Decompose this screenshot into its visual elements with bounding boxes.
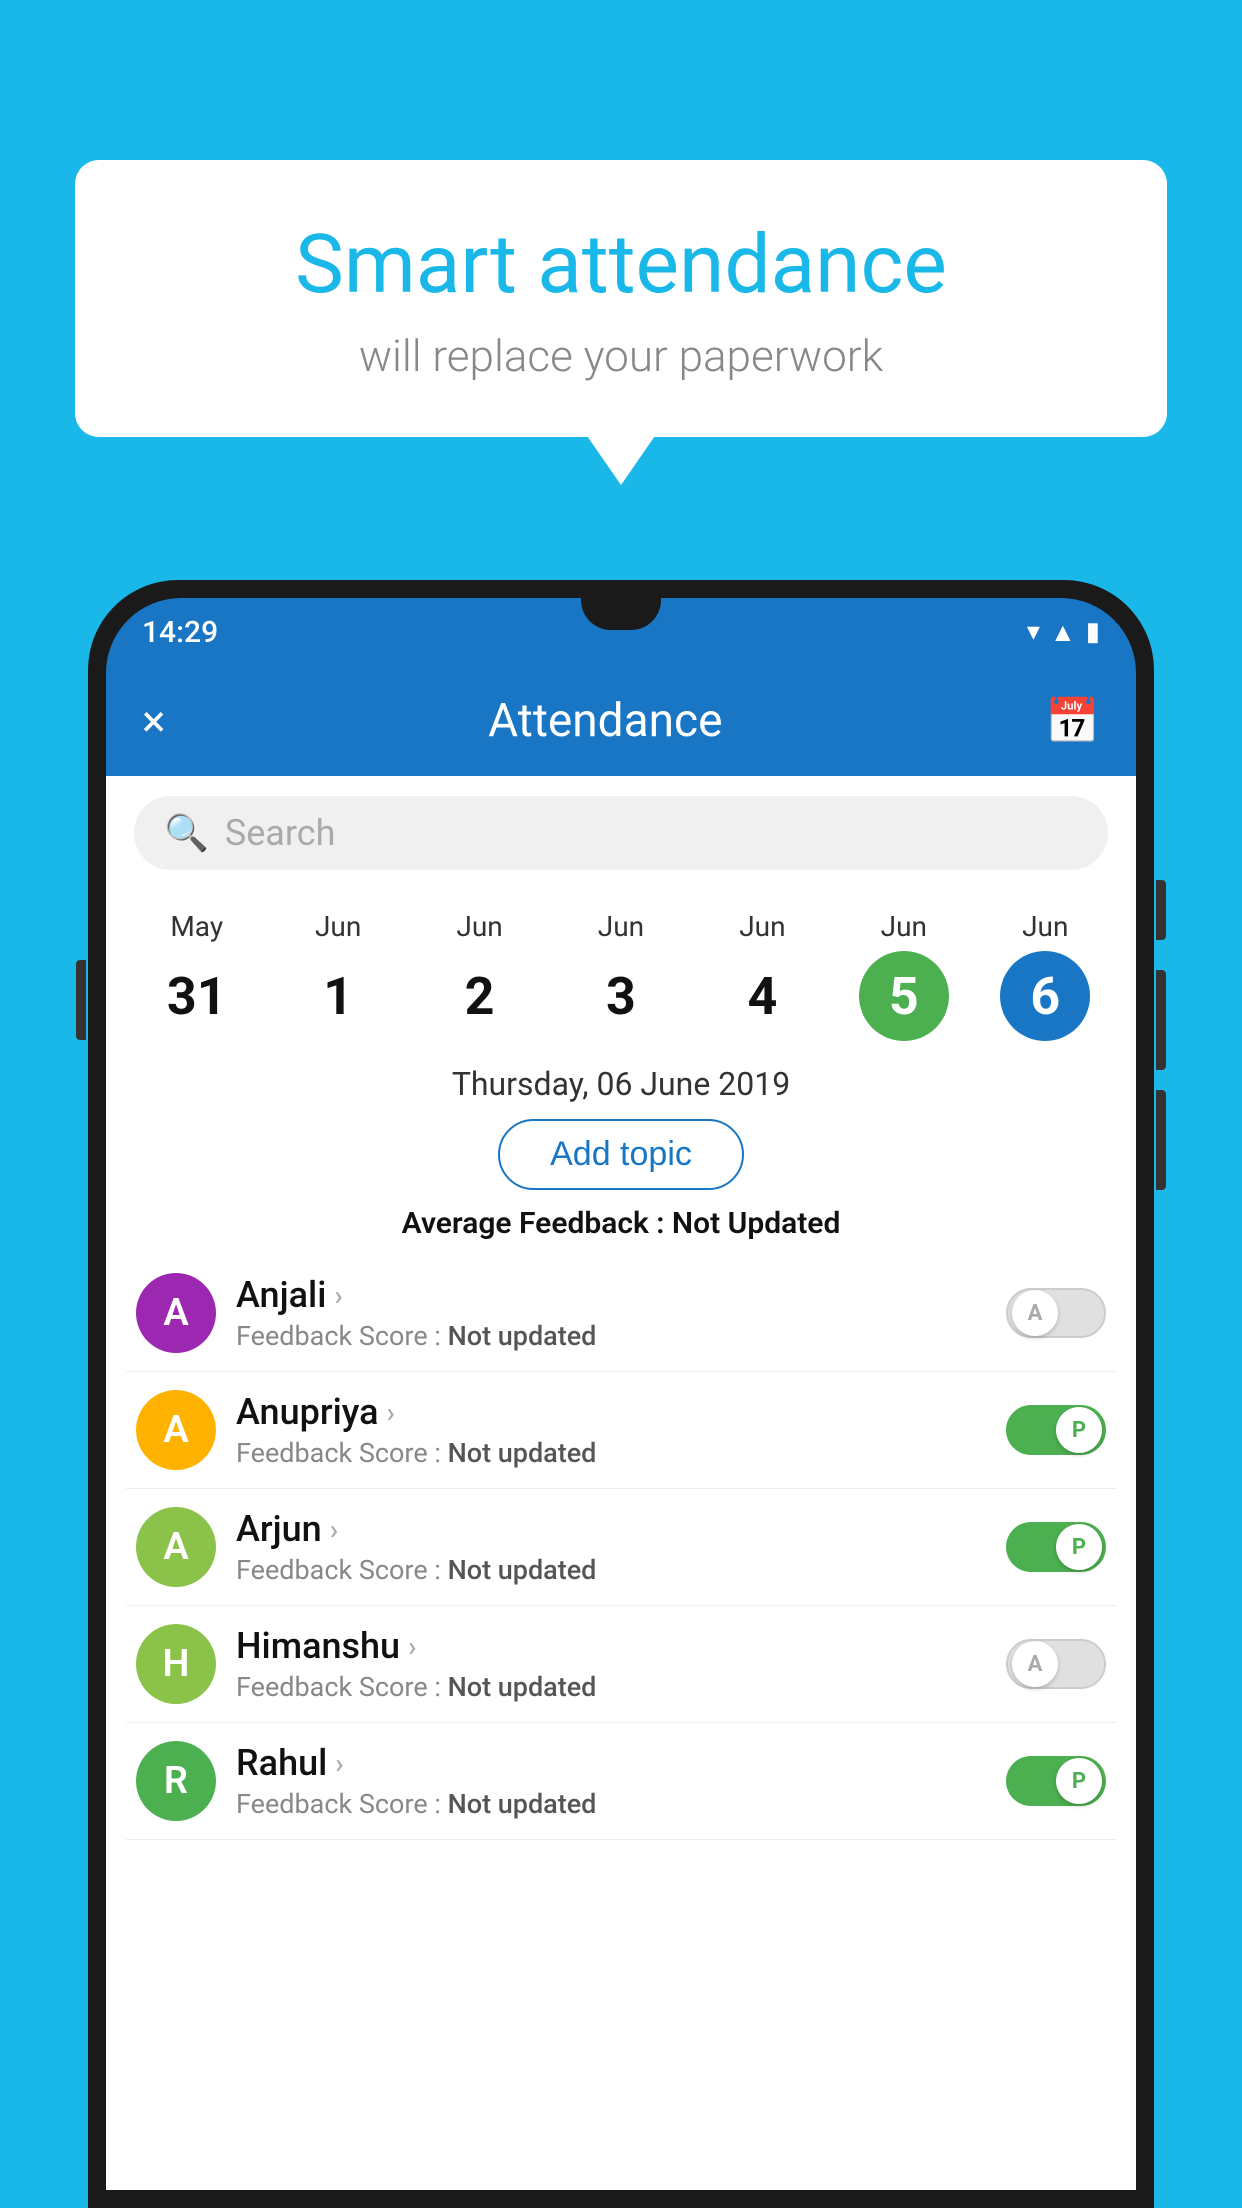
close-button[interactable]: ×	[142, 695, 165, 747]
feedback-score: Feedback Score : Not updated	[236, 1437, 986, 1469]
search-bar[interactable]: 🔍 Search	[134, 796, 1108, 870]
chevron-icon: ›	[334, 1279, 342, 1312]
calendar-strip: May 31 Jun 1 Jun 2 Jun 3 Jun 4 Jun 5 Jun 6	[106, 890, 1136, 1051]
student-name[interactable]: Arjun ›	[236, 1508, 986, 1550]
phone-screen: 14:29 ▾ ▲ ▮ × Attendance 📅 🔍 Search	[106, 598, 1136, 2190]
cal-month-label: Jun	[881, 910, 927, 943]
calendar-icon[interactable]: 📅	[1045, 695, 1100, 747]
feedback-score: Feedback Score : Not updated	[236, 1671, 986, 1703]
student-item: H Himanshu › Feedback Score : Not updated A	[126, 1606, 1116, 1723]
student-info: Anupriya › Feedback Score : Not updated	[236, 1391, 986, 1469]
attendance-toggle[interactable]: P	[1006, 1756, 1106, 1806]
cal-month-label: May	[170, 910, 223, 943]
student-info: Himanshu › Feedback Score : Not updated	[236, 1625, 986, 1703]
calendar-day[interactable]: Jun 2	[409, 900, 550, 1051]
student-name[interactable]: Rahul ›	[236, 1742, 986, 1784]
feedback-score: Feedback Score : Not updated	[236, 1788, 986, 1820]
student-info: Anjali › Feedback Score : Not updated	[236, 1274, 986, 1352]
student-name[interactable]: Himanshu ›	[236, 1625, 986, 1667]
toggle-switch[interactable]: P	[1006, 1405, 1106, 1455]
feedback-score: Feedback Score : Not updated	[236, 1554, 986, 1586]
signal-icon: ▲	[1050, 617, 1076, 648]
toggle-thumb: A	[1012, 1641, 1058, 1687]
cal-day-number[interactable]: 3	[576, 951, 666, 1041]
selected-date: Thursday, 06 June 2019	[106, 1051, 1136, 1111]
chevron-icon: ›	[330, 1513, 338, 1546]
avg-feedback-value: Not Updated	[672, 1206, 840, 1241]
avatar: A	[136, 1507, 216, 1587]
avg-feedback-label: Average Feedback :	[402, 1206, 665, 1241]
add-topic-button[interactable]: Add topic	[498, 1119, 744, 1190]
student-item: A Anupriya › Feedback Score : Not updated P	[126, 1372, 1116, 1489]
avatar: H	[136, 1624, 216, 1704]
attendance-toggle[interactable]: A	[1006, 1288, 1106, 1338]
speech-bubble-container: Smart attendance will replace your paper…	[75, 160, 1167, 437]
toggle-thumb: P	[1056, 1758, 1102, 1804]
wifi-icon: ▾	[1027, 617, 1040, 647]
cal-month-label: Jun	[456, 910, 502, 943]
avatar: A	[136, 1390, 216, 1470]
toggle-switch[interactable]: P	[1006, 1522, 1106, 1572]
student-name[interactable]: Anupriya ›	[236, 1391, 986, 1433]
feedback-score: Feedback Score : Not updated	[236, 1320, 986, 1352]
chevron-icon: ›	[387, 1396, 395, 1429]
battery-icon: ▮	[1086, 617, 1100, 647]
student-item: A Anjali › Feedback Score : Not updated A	[126, 1255, 1116, 1372]
volume-up-button	[1156, 970, 1166, 1070]
calendar-day[interactable]: Jun 5	[833, 900, 974, 1051]
toggle-thumb: A	[1012, 1290, 1058, 1336]
avatar: R	[136, 1741, 216, 1821]
average-feedback: Average Feedback : Not Updated	[106, 1198, 1136, 1255]
volume-button	[76, 960, 86, 1040]
cal-month-label: Jun	[1022, 910, 1068, 943]
calendar-day[interactable]: May 31	[126, 900, 267, 1051]
student-info: Rahul › Feedback Score : Not updated	[236, 1742, 986, 1820]
status-bar: 14:29 ▾ ▲ ▮	[106, 598, 1136, 666]
cal-day-number[interactable]: 31	[152, 951, 242, 1041]
search-placeholder: Search	[225, 812, 336, 854]
phone-frame: 14:29 ▾ ▲ ▮ × Attendance 📅 🔍 Search	[88, 580, 1154, 2208]
calendar-day[interactable]: Jun 3	[550, 900, 691, 1051]
toggle-switch[interactable]: A	[1006, 1288, 1106, 1338]
notch	[581, 598, 661, 630]
toggle-thumb: P	[1056, 1524, 1102, 1570]
screen-content: 🔍 Search May 31 Jun 1 Jun 2 Jun 3 Jun 4 Jun 5 Jun 6 T…	[106, 776, 1136, 2190]
status-time: 14:29	[142, 615, 218, 650]
status-icons: ▾ ▲ ▮	[1027, 617, 1100, 648]
power-button	[1156, 880, 1166, 940]
search-container: 🔍 Search	[106, 776, 1136, 890]
chevron-icon: ›	[408, 1630, 416, 1663]
speech-bubble: Smart attendance will replace your paper…	[75, 160, 1167, 437]
toggle-switch[interactable]: P	[1006, 1756, 1106, 1806]
cal-month-label: Jun	[315, 910, 361, 943]
cal-day-number[interactable]: 6	[1000, 951, 1090, 1041]
attendance-toggle[interactable]: P	[1006, 1405, 1106, 1455]
avatar: A	[136, 1273, 216, 1353]
cal-day-number[interactable]: 1	[293, 951, 383, 1041]
bubble-title: Smart attendance	[125, 220, 1117, 310]
student-item: A Arjun › Feedback Score : Not updated P	[126, 1489, 1116, 1606]
attendance-toggle[interactable]: P	[1006, 1522, 1106, 1572]
search-icon: 🔍	[164, 812, 209, 854]
cal-day-number[interactable]: 5	[859, 951, 949, 1041]
attendance-toggle[interactable]: A	[1006, 1639, 1106, 1689]
student-name[interactable]: Anjali ›	[236, 1274, 986, 1316]
cal-day-number[interactable]: 2	[435, 951, 525, 1041]
volume-down-button	[1156, 1090, 1166, 1190]
toggle-switch[interactable]: A	[1006, 1639, 1106, 1689]
toggle-thumb: P	[1056, 1407, 1102, 1453]
bubble-subtitle: will replace your paperwork	[125, 330, 1117, 382]
calendar-day[interactable]: Jun 1	[267, 900, 408, 1051]
app-bar-title: Attendance	[488, 694, 722, 748]
app-bar: × Attendance 📅	[106, 666, 1136, 776]
cal-month-label: Jun	[598, 910, 644, 943]
student-list: AAnjali ›Feedback Score : Not updatedAAA…	[106, 1255, 1136, 1840]
chevron-icon: ›	[335, 1747, 343, 1780]
cal-month-label: Jun	[739, 910, 785, 943]
cal-day-number[interactable]: 4	[717, 951, 807, 1041]
calendar-day[interactable]: Jun 4	[692, 900, 833, 1051]
student-item: R Rahul › Feedback Score : Not updated P	[126, 1723, 1116, 1840]
calendar-day[interactable]: Jun 6	[975, 900, 1116, 1051]
student-info: Arjun › Feedback Score : Not updated	[236, 1508, 986, 1586]
